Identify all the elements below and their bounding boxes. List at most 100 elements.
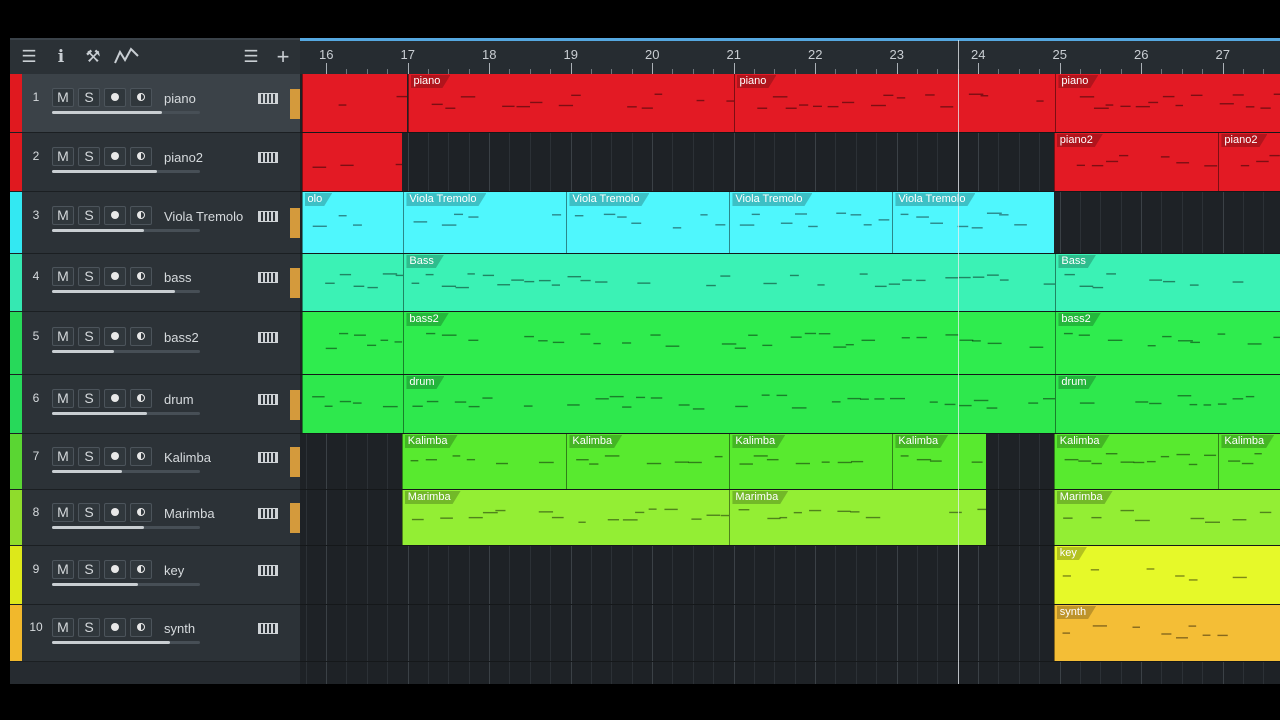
volume-fader[interactable] — [52, 583, 200, 586]
track-name[interactable]: drum — [164, 392, 194, 407]
clip-part[interactable]: Kalimba — [566, 434, 730, 489]
clip-part[interactable]: Kalimba — [892, 434, 987, 489]
monitor-button[interactable] — [130, 147, 152, 166]
solo-button[interactable]: S — [78, 618, 100, 637]
instrument-keyboard-icon[interactable] — [258, 152, 278, 163]
mute-button[interactable]: M — [52, 503, 74, 522]
clip-part[interactable]: synth — [1053, 605, 1280, 661]
monitor-button[interactable] — [130, 88, 152, 107]
clip-part[interactable] — [301, 312, 404, 374]
clip-part[interactable]: Bass — [1055, 254, 1280, 311]
clip-part[interactable]: piano2 — [1053, 133, 1219, 191]
track-header[interactable]: 6 M Sdrum — [10, 375, 300, 434]
record-arm-button[interactable] — [104, 503, 126, 522]
clip-part[interactable]: piano — [407, 74, 734, 132]
volume-fader[interactable] — [52, 641, 200, 644]
clip-part[interactable]: Kalimba — [1218, 434, 1280, 489]
track-name[interactable]: key — [164, 563, 184, 578]
track-list-icon[interactable]: ☰ — [240, 46, 262, 68]
track-header[interactable]: 1 M Spiano — [10, 74, 300, 133]
info-icon[interactable]: i — [50, 46, 72, 68]
clip-part[interactable]: olo — [301, 192, 404, 253]
automation-curve-icon[interactable] — [114, 46, 139, 68]
volume-fader[interactable] — [52, 412, 200, 415]
clip-part[interactable] — [301, 375, 404, 433]
clip-part[interactable]: key — [1053, 546, 1280, 604]
monitor-button[interactable] — [130, 447, 152, 466]
track-name[interactable]: Marimba — [164, 506, 215, 521]
record-arm-button[interactable] — [104, 447, 126, 466]
record-arm-button[interactable] — [104, 389, 126, 408]
instrument-keyboard-icon[interactable] — [258, 623, 278, 634]
solo-button[interactable]: S — [78, 147, 100, 166]
arrangement-view[interactable]: piano piano piano piano2 piano2 olo Viola Trem… — [300, 74, 1280, 684]
volume-fader[interactable] — [52, 470, 200, 473]
mute-button[interactable]: M — [52, 267, 74, 286]
solo-button[interactable]: S — [78, 88, 100, 107]
volume-fader[interactable] — [52, 290, 200, 293]
solo-button[interactable]: S — [78, 503, 100, 522]
monitor-button[interactable] — [130, 618, 152, 637]
clip-part[interactable]: Kalimba — [729, 434, 893, 489]
instrument-keyboard-icon[interactable] — [258, 565, 278, 576]
track-name[interactable]: piano — [164, 91, 196, 106]
mute-button[interactable]: M — [52, 618, 74, 637]
clip-part[interactable]: piano — [733, 74, 1056, 132]
track-name[interactable]: Viola Tremolo — [164, 209, 243, 224]
solo-button[interactable]: S — [78, 560, 100, 579]
mute-button[interactable]: M — [52, 327, 74, 346]
mute-button[interactable]: M — [52, 147, 74, 166]
monitor-button[interactable] — [130, 389, 152, 408]
instrument-keyboard-icon[interactable] — [258, 93, 278, 104]
mute-button[interactable]: M — [52, 389, 74, 408]
instrument-keyboard-icon[interactable] — [258, 508, 278, 519]
track-header[interactable]: 2 M Spiano2 — [10, 133, 300, 192]
track-header[interactable]: 10 M Ssynth — [10, 605, 300, 662]
plus-icon[interactable]: + — [272, 46, 294, 68]
clip-part[interactable]: Kalimba — [401, 434, 567, 489]
clip-part[interactable] — [301, 254, 404, 311]
solo-button[interactable]: S — [78, 267, 100, 286]
track-header[interactable]: 7 M S Kalimba — [10, 434, 300, 490]
monitor-button[interactable] — [130, 206, 152, 225]
clip-part[interactable] — [301, 133, 402, 191]
wrench-icon[interactable]: ⚒ — [82, 46, 104, 68]
clip-part[interactable]: piano — [1055, 74, 1280, 132]
clip-part[interactable]: Marimba — [729, 490, 987, 545]
track-name[interactable]: piano2 — [164, 150, 203, 165]
monitor-button[interactable] — [130, 327, 152, 346]
track-name[interactable]: bass2 — [164, 330, 199, 345]
record-arm-button[interactable] — [104, 618, 126, 637]
clip-part[interactable]: Marimba — [1053, 490, 1280, 545]
volume-fader[interactable] — [52, 526, 200, 529]
track-header[interactable]: 9 M Skey — [10, 546, 300, 605]
volume-fader[interactable] — [52, 350, 200, 353]
solo-button[interactable]: S — [78, 327, 100, 346]
hamburger-menu-icon[interactable]: ☰ — [18, 46, 40, 68]
solo-button[interactable]: S — [78, 447, 100, 466]
track-header[interactable]: 4 M Sbass — [10, 254, 300, 312]
clip-part[interactable]: bass2 — [1055, 312, 1280, 374]
instrument-keyboard-icon[interactable] — [258, 332, 278, 343]
clip-part[interactable]: drum — [1055, 375, 1280, 433]
clip-part[interactable]: Marimba — [401, 490, 730, 545]
clip-part[interactable]: Viola Tremolo — [403, 192, 567, 253]
volume-fader[interactable] — [52, 111, 200, 114]
clip-part[interactable]: piano2 — [1218, 133, 1280, 191]
clip-part[interactable] — [301, 74, 408, 132]
monitor-button[interactable] — [130, 560, 152, 579]
monitor-button[interactable] — [130, 267, 152, 286]
clip-part[interactable]: Viola Tremolo — [892, 192, 1054, 253]
instrument-keyboard-icon[interactable] — [258, 272, 278, 283]
clip-part[interactable]: Viola Tremolo — [729, 192, 893, 253]
track-header[interactable]: 5 M Sbass2 — [10, 312, 300, 375]
timeline-ruler[interactable]: 16 17 18 19 20 21 22 23 24 25 26 27 — [300, 38, 1280, 74]
volume-fader[interactable] — [52, 229, 200, 232]
clip-part[interactable]: Kalimba — [1053, 434, 1219, 489]
volume-fader[interactable] — [52, 170, 200, 173]
track-name[interactable]: bass — [164, 270, 191, 285]
track-name[interactable]: Kalimba — [164, 450, 211, 465]
record-arm-button[interactable] — [104, 267, 126, 286]
track-name[interactable]: synth — [164, 621, 195, 636]
mute-button[interactable]: M — [52, 560, 74, 579]
